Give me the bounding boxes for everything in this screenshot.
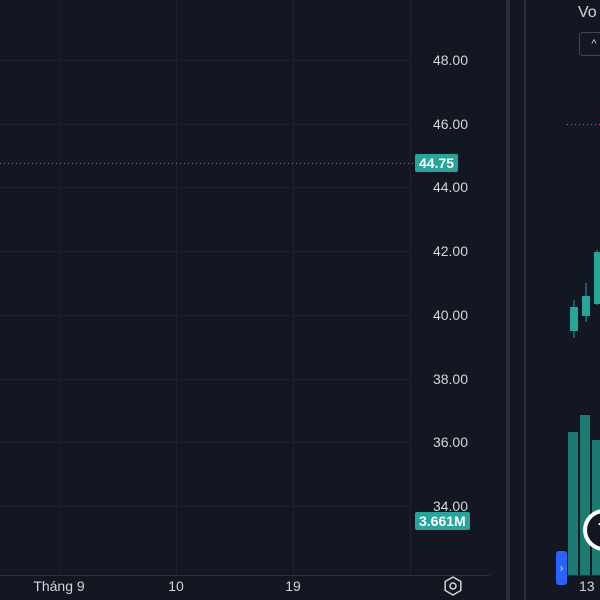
price-axis-label: 44.00 <box>432 179 468 195</box>
chevron-right-icon: › <box>559 562 564 574</box>
price-axis-label: 38.00 <box>432 371 468 387</box>
horizontal-grid <box>0 60 410 507</box>
time-axis-label: 10 <box>168 578 184 594</box>
volume-bars <box>568 415 600 575</box>
time-axis-label: 13 <box>579 578 595 594</box>
time-scale-scroll-handle[interactable]: › <box>556 551 567 585</box>
pane-separator[interactable] <box>524 0 526 600</box>
logo-mark: T <box>587 513 600 547</box>
price-axis-label: 48.00 <box>432 52 468 68</box>
price-axis-label: 42.00 <box>432 243 468 259</box>
candle-body <box>570 307 578 331</box>
collapse-legend-button[interactable]: ^ <box>579 32 600 56</box>
volume-bar <box>580 415 590 575</box>
price-axis-label: 46.00 <box>432 116 468 132</box>
candle-body <box>582 296 590 316</box>
pane-separator[interactable] <box>506 0 510 600</box>
chart-settings-button[interactable] <box>443 576 463 596</box>
price-axis-label: 40.00 <box>432 307 468 323</box>
chevron-up-icon: ^ <box>591 38 597 50</box>
last-price-tag: 44.75 <box>415 154 459 172</box>
right-chart-pane[interactable]: Vo ^ T 13 <box>567 0 600 600</box>
volume-value-tag: 3.661M <box>415 512 470 530</box>
price-axis-label: 36.00 <box>432 434 468 450</box>
time-axis-label: 19 <box>285 578 301 594</box>
gear-icon <box>444 576 462 596</box>
left-chart-pane[interactable]: 48.00 46.00 44.00 42.00 40.00 38.00 36.0… <box>0 0 490 600</box>
time-axis-label: Tháng 9 <box>33 578 85 594</box>
candlesticks <box>570 250 600 338</box>
vertical-grid <box>59 0 411 575</box>
volume-bar <box>592 440 600 575</box>
volume-indicator-title[interactable]: Vo <box>578 4 597 22</box>
candle-body <box>594 252 600 304</box>
volume-bar <box>568 432 578 575</box>
